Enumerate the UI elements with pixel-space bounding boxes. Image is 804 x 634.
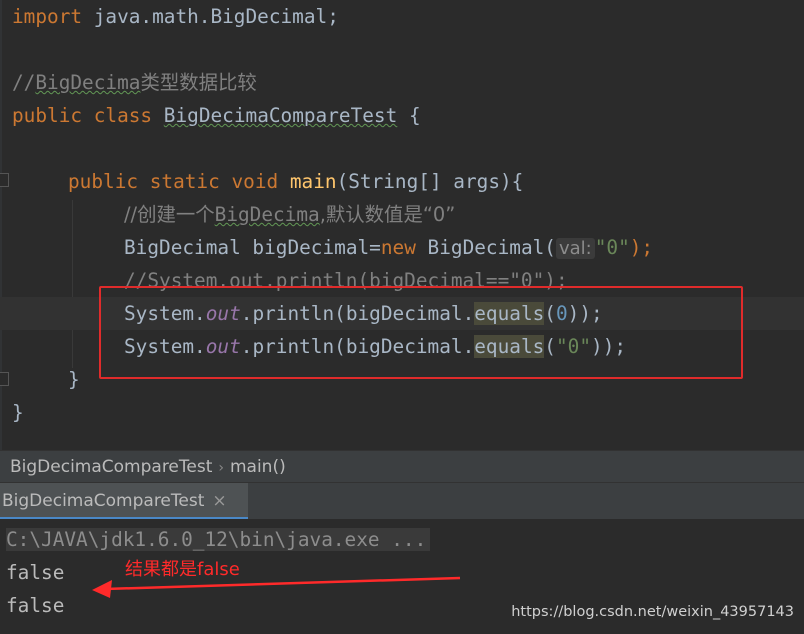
annotation-label: 结果都是false bbox=[125, 559, 240, 580]
watermark: https://blog.csdn.net/weixin_43957143 bbox=[511, 604, 794, 620]
annotation-arrow-icon bbox=[92, 576, 461, 598]
